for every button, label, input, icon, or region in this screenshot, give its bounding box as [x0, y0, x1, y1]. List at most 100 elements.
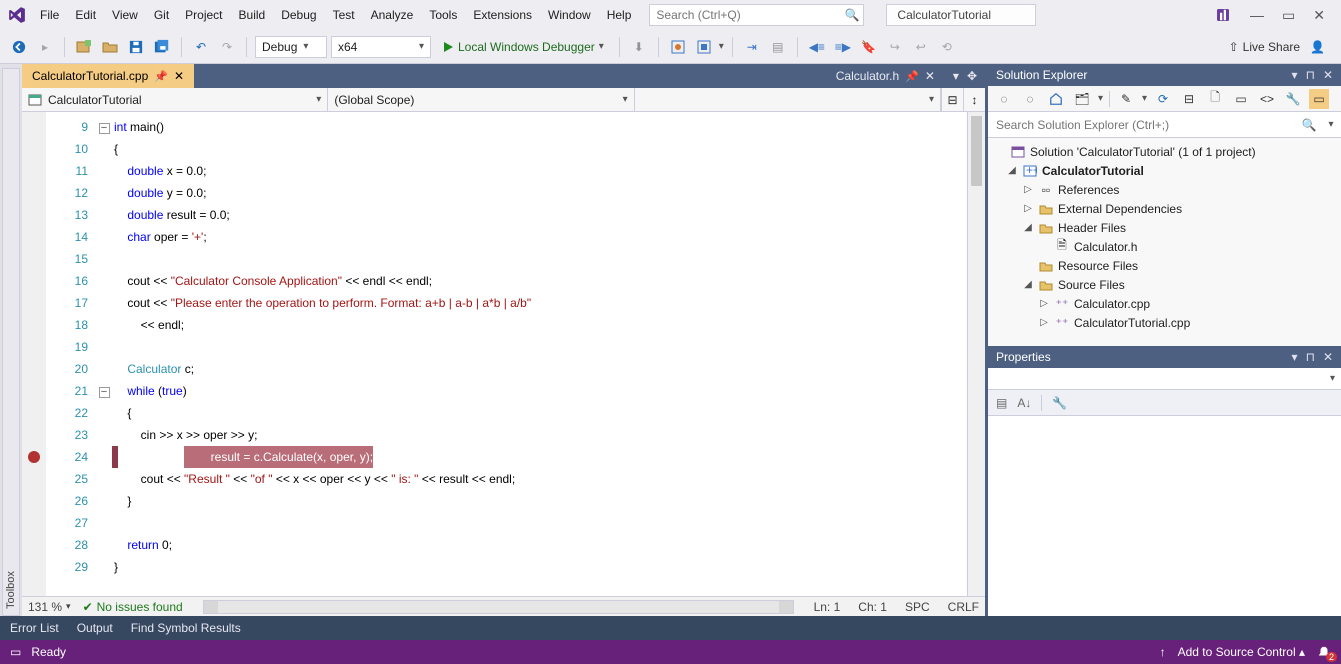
tab-overflow-icon[interactable]: ▾ — [953, 69, 959, 83]
properties-selector[interactable]: ▾ — [988, 368, 1341, 390]
sync-icon[interactable]: ⟳ — [1153, 89, 1173, 109]
solution-explorer-search[interactable]: 🔍 ▾ — [988, 112, 1341, 138]
new-project-button[interactable] — [73, 36, 95, 58]
menu-debug[interactable]: Debug — [273, 4, 324, 26]
menu-test[interactable]: Test — [325, 4, 363, 26]
issues-indicator[interactable]: ✔ No issues found — [83, 600, 183, 614]
solution-explorer-header[interactable]: Solution Explorer ▾ ⊓ ✕ — [988, 64, 1341, 86]
view-code-icon[interactable]: <> — [1257, 89, 1277, 109]
outline-icon[interactable]: ▤ — [767, 36, 789, 58]
menu-git[interactable]: Git — [146, 4, 177, 26]
quick-search-input[interactable] — [650, 8, 841, 22]
split-editor-icon[interactable]: ⊟ — [941, 88, 963, 111]
quick-search[interactable]: 🔍 — [649, 4, 864, 26]
open-button[interactable] — [99, 36, 121, 58]
solution-explorer-tree[interactable]: Solution 'CalculatorTutorial' (1 of 1 pr… — [988, 138, 1341, 346]
menu-view[interactable]: View — [104, 4, 146, 26]
tree-resource-files[interactable]: Resource Files — [988, 256, 1341, 275]
maximize-button[interactable]: ▭ — [1282, 7, 1295, 24]
menu-help[interactable]: Help — [599, 4, 640, 26]
platform-combo[interactable]: x64▾ — [331, 36, 431, 58]
show-all-icon[interactable]: 🗋 — [1205, 89, 1225, 109]
live-share-button[interactable]: ⇧ Live Share — [1229, 40, 1300, 54]
menu-build[interactable]: Build — [231, 4, 274, 26]
nav-forward-button[interactable]: ▸ — [34, 36, 56, 58]
code-editor[interactable]: 9101112131415161718192021222324252627282… — [22, 112, 985, 596]
redo-button[interactable]: ↷ — [216, 36, 238, 58]
menu-file[interactable]: File — [32, 4, 67, 26]
toolbox-button-2[interactable] — [693, 36, 715, 58]
expand-editor-icon[interactable]: ↕ — [963, 88, 985, 111]
search-options-icon[interactable]: ▾ — [1321, 119, 1341, 130]
alphabetical-icon[interactable]: A↓ — [1017, 396, 1031, 410]
start-debugging-button[interactable]: Local Windows Debugger ▾ — [435, 36, 611, 58]
pending-changes-icon[interactable]: ✎ — [1116, 89, 1136, 109]
zoom-combo[interactable]: 131 % ▾ — [28, 600, 71, 614]
document-tab-active[interactable]: CalculatorTutorial.cpp 📌 ✕ — [22, 64, 194, 88]
vertical-scrollbar[interactable] — [967, 112, 985, 596]
breakpoint-icon[interactable] — [28, 451, 40, 463]
close-button[interactable]: ✕ — [1313, 7, 1325, 24]
solution-name-combo[interactable]: CalculatorTutorial — [886, 4, 1036, 26]
download-icon[interactable]: ⬇ — [628, 36, 650, 58]
pin-icon[interactable]: 📌 — [905, 70, 919, 83]
nav-back-button[interactable] — [8, 36, 30, 58]
collapse-all-icon[interactable]: ⊟ — [1179, 89, 1199, 109]
tree-calculator-h[interactable]: 🗎 Calculator.h — [988, 237, 1341, 256]
panel-close-icon[interactable]: ✕ — [1323, 350, 1333, 364]
menu-project[interactable]: Project — [177, 4, 230, 26]
pin-icon[interactable]: 📌 — [154, 70, 168, 83]
member-combo[interactable]: ▾ — [635, 88, 941, 111]
indent-less-icon[interactable]: ◀≡ — [806, 36, 828, 58]
tree-external-deps[interactable]: ▷ External Dependencies — [988, 199, 1341, 218]
preview-selected-icon[interactable]: ▭ — [1309, 89, 1329, 109]
solution-explorer-search-input[interactable] — [988, 118, 1297, 132]
tree-project[interactable]: ◢++ CalculatorTutorial — [988, 161, 1341, 180]
menu-edit[interactable]: Edit — [67, 4, 104, 26]
tree-source-files[interactable]: ◢ Source Files — [988, 275, 1341, 294]
save-button[interactable] — [125, 36, 147, 58]
add-source-control[interactable]: Add to Source Control ▴ — [1178, 645, 1305, 659]
panel-menu-icon[interactable]: ▾ — [1292, 68, 1298, 82]
breakpoint-gutter[interactable] — [22, 112, 46, 596]
indent-more-icon[interactable]: ≡▶ — [832, 36, 854, 58]
tree-tutorial-cpp[interactable]: ▷⁺⁺ CalculatorTutorial.cpp — [988, 313, 1341, 332]
switch-view-icon[interactable]: 🗂 — [1072, 89, 1092, 109]
toolbox-button-1[interactable] — [667, 36, 689, 58]
save-all-button[interactable] — [151, 36, 173, 58]
tab-output[interactable]: Output — [77, 621, 113, 635]
scope-combo[interactable]: (Global Scope) ▾ — [328, 88, 634, 111]
tree-header-files[interactable]: ◢ Header Files — [988, 218, 1341, 237]
tab-find-symbol-results[interactable]: Find Symbol Results — [131, 621, 241, 635]
toolbox-side-tab[interactable]: Toolbox — [0, 64, 22, 616]
undo-button[interactable]: ↶ — [190, 36, 212, 58]
panel-menu-icon[interactable]: ▾ — [1292, 350, 1298, 364]
document-tab-background[interactable]: Calculator.h 📌 ✕ — [826, 69, 945, 83]
panel-pin-icon[interactable]: ⊓ — [1306, 350, 1315, 364]
tree-references[interactable]: ▷▫▫ References — [988, 180, 1341, 199]
tree-solution-root[interactable]: Solution 'CalculatorTutorial' (1 of 1 pr… — [988, 142, 1341, 161]
clear-bookmarks-icon[interactable]: ⟲ — [936, 36, 958, 58]
panel-pin-icon[interactable]: ⊓ — [1306, 68, 1315, 82]
minimize-button[interactable]: — — [1250, 7, 1264, 23]
horizontal-scrollbar[interactable] — [203, 600, 794, 614]
publish-icon[interactable]: ↑ — [1160, 645, 1166, 659]
window-options-icon[interactable]: ✥ — [967, 69, 977, 83]
properties-header[interactable]: Properties ▾ ⊓ ✕ — [988, 346, 1341, 368]
preview-icon[interactable]: 🔧 — [1283, 89, 1303, 109]
close-tab-icon[interactable]: ✕ — [174, 69, 184, 83]
home-icon[interactable] — [1046, 89, 1066, 109]
prev-bookmark-icon[interactable]: ↩ — [910, 36, 932, 58]
step-icon-1[interactable]: ⇥ — [741, 36, 763, 58]
menu-tools[interactable]: Tools — [421, 4, 465, 26]
fold-gutter[interactable]: −− — [96, 112, 112, 596]
panel-close-icon[interactable]: ✕ — [1323, 68, 1333, 82]
categorized-icon[interactable]: ▤ — [996, 396, 1007, 410]
menu-extensions[interactable]: Extensions — [465, 4, 540, 26]
forward-icon[interactable]: ◌ — [1020, 89, 1040, 109]
tree-calculator-cpp[interactable]: ▷⁺⁺ Calculator.cpp — [988, 294, 1341, 313]
tab-error-list[interactable]: Error List — [10, 621, 59, 635]
feedback-icon[interactable]: 👤 — [1310, 40, 1325, 54]
menu-analyze[interactable]: Analyze — [363, 4, 422, 26]
close-tab-icon[interactable]: ✕ — [925, 69, 935, 83]
